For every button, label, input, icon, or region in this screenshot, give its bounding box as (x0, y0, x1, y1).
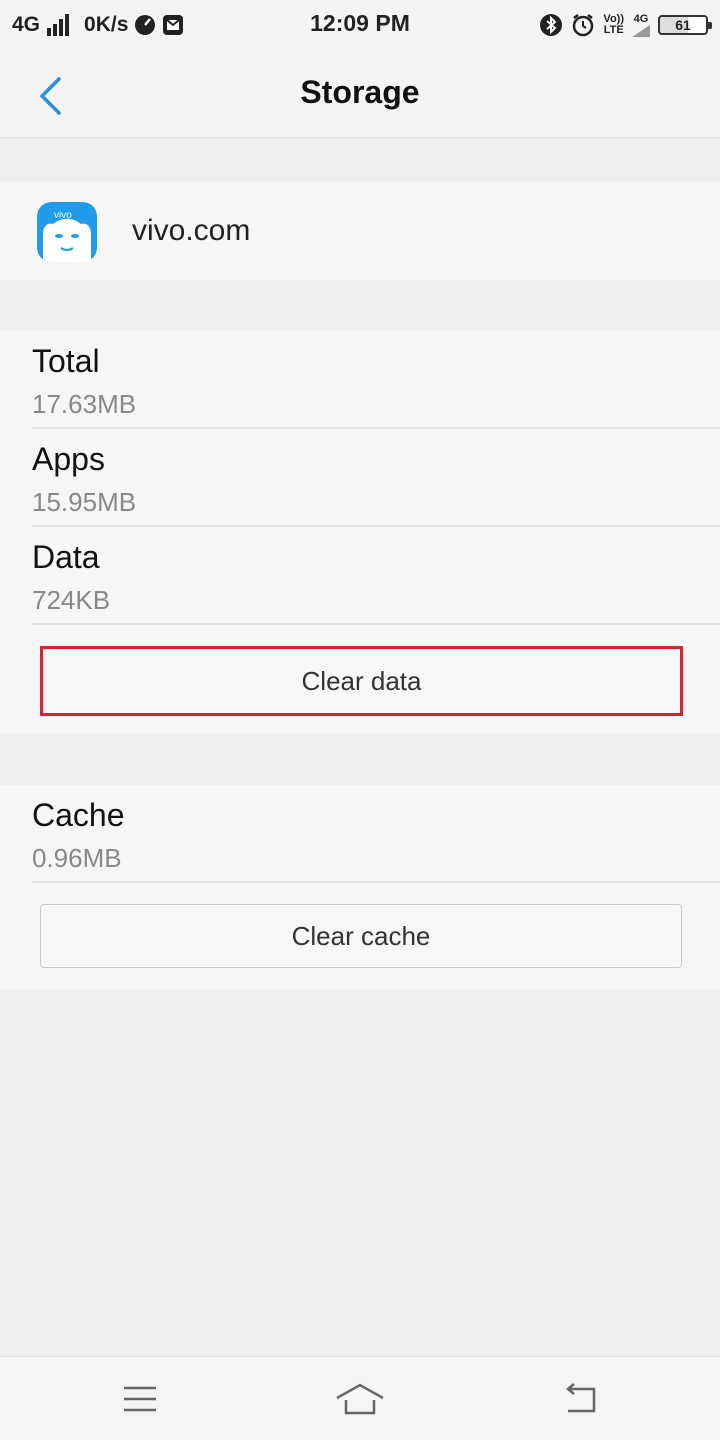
vivo-app-icon: vivo (37, 202, 97, 262)
net-type-label: 4G (633, 12, 649, 25)
home-button[interactable] (330, 1373, 390, 1425)
page-title: Storage (300, 74, 420, 110)
battery-icon: 61 (658, 15, 712, 35)
cache-item: Cache 0.96MB (32, 785, 720, 883)
volte-indicator: Vo)) LTE (603, 14, 624, 36)
cache-section: Cache 0.96MB Clear cache (0, 785, 720, 990)
storage-item-apps: Apps 15.95MB (32, 429, 720, 527)
alarm-icon (573, 14, 594, 37)
home-icon (336, 1383, 384, 1415)
status-right: Vo)) LTE 4G 61 (539, 10, 712, 40)
app-icon-text: vivo (54, 210, 72, 221)
clear-data-button[interactable]: Clear data (40, 646, 683, 716)
item-value: 17.63MB (32, 389, 137, 419)
battery-level: 61 (675, 17, 691, 33)
clear-cache-button[interactable]: Clear cache (40, 904, 682, 968)
storage-item-data: Data 724KB (32, 527, 720, 625)
item-value: 15.95MB (32, 487, 137, 517)
navigation-bar (0, 1356, 720, 1440)
storage-item-total: Total 17.63MB (32, 331, 720, 429)
app-info-row: vivo vivo.com (0, 182, 720, 280)
item-label: Data (32, 539, 100, 575)
item-label: Total (32, 343, 100, 379)
back-icon (566, 1383, 596, 1413)
app-name: vivo.com (132, 214, 251, 247)
menu-icon (124, 1386, 156, 1412)
bluetooth-icon (540, 14, 563, 36)
item-value: 724KB (32, 585, 111, 615)
menu-button[interactable] (110, 1373, 170, 1425)
storage-section: Total 17.63MB Apps 15.95MB Data 724KB Cl… (0, 331, 720, 733)
item-label: Apps (32, 441, 105, 477)
app-header: Storage (0, 50, 720, 138)
volte-bottom: LTE (603, 24, 624, 36)
item-label: Cache (32, 797, 125, 833)
system-back-button[interactable] (550, 1373, 610, 1425)
signal-small-icon (632, 24, 650, 37)
item-value: 0.96MB (32, 843, 122, 873)
net-signal: 4G (632, 12, 650, 37)
status-bar: 4G 0K/s 12:09 PM Vo)) LTE 4G 61 (0, 0, 720, 50)
